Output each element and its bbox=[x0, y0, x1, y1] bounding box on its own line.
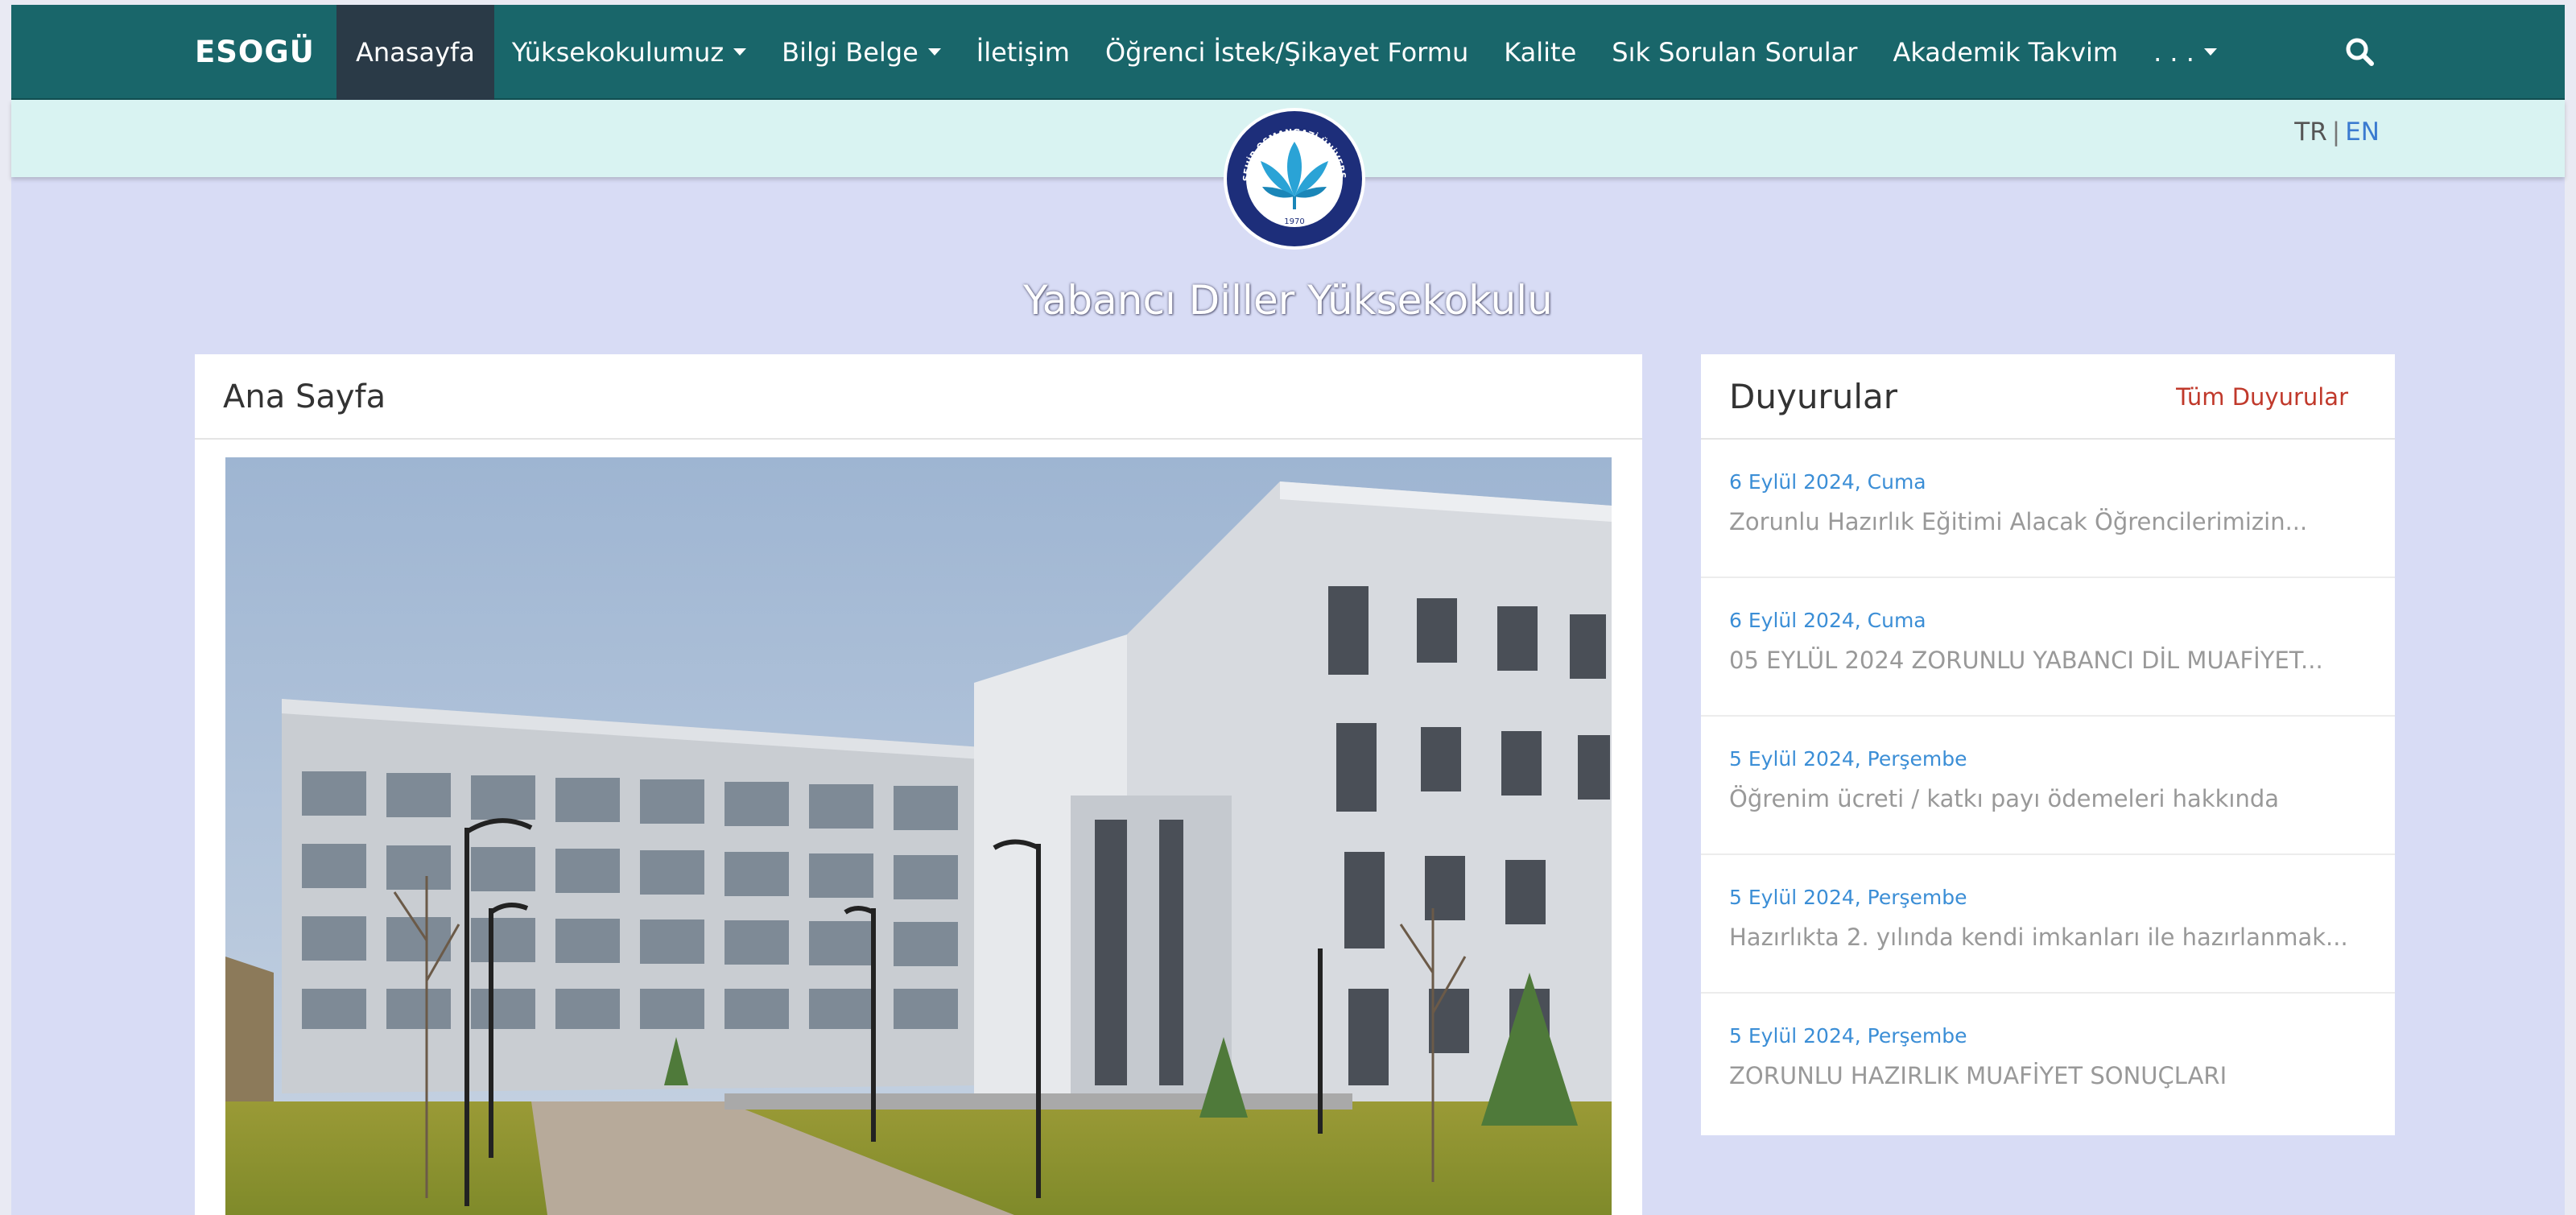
window-frame-right bbox=[2565, 0, 2576, 1215]
nav-item-label: Kalite bbox=[1504, 37, 1577, 68]
announcement-text[interactable]: ZORUNLU HAZIRLIK MUAFİYET SONUÇLARI bbox=[1729, 1062, 2395, 1089]
caret-down-icon bbox=[927, 48, 941, 56]
announcement-text[interactable]: 05 EYLÜL 2024 ZORUNLU YABANCI DİL MUAFİY… bbox=[1729, 647, 2395, 674]
lang-tr-link[interactable]: TR bbox=[2294, 118, 2326, 147]
nav-item-label: Sık Sorulan Sorular bbox=[1612, 37, 1858, 68]
nav-item-sss[interactable]: Sık Sorulan Sorular bbox=[1594, 5, 1875, 100]
lang-separator: | bbox=[2331, 118, 2341, 147]
announcement-date[interactable]: 5 Eylül 2024, Perşembe bbox=[1729, 1024, 2395, 1048]
nav-item-ogrenci-istek-sikayet[interactable]: Öğrenci İstek/Şikayet Formu bbox=[1088, 5, 1486, 100]
nav-item-label: Yüksekokulumuz bbox=[511, 37, 724, 68]
nav-item-label: Anasayfa bbox=[356, 37, 475, 68]
announcements-title: Duyurular bbox=[1729, 377, 1897, 416]
caret-down-icon bbox=[2203, 48, 2217, 56]
announcement-date[interactable]: 5 Eylül 2024, Perşembe bbox=[1729, 747, 2395, 771]
nav-item-bilgi-belge[interactable]: Bilgi Belge bbox=[764, 5, 959, 100]
nav-item-akademik-takvim[interactable]: Akademik Takvim bbox=[1875, 5, 2136, 100]
announcement-text[interactable]: Zorunlu Hazırlık Eğitimi Alacak Öğrencil… bbox=[1729, 508, 2395, 535]
lang-en-link[interactable]: EN bbox=[2345, 118, 2380, 147]
page-title: Ana Sayfa bbox=[195, 354, 1642, 440]
nav-item-more[interactable]: . . . bbox=[2136, 5, 2235, 100]
nav-item-label: Akademik Takvim bbox=[1893, 37, 2119, 68]
nav-item-yuksekokulumuz[interactable]: Yüksekokulumuz bbox=[494, 5, 764, 100]
announcement-date[interactable]: 5 Eylül 2024, Perşembe bbox=[1729, 886, 2395, 909]
nav-item-label: Öğrenci İstek/Şikayet Formu bbox=[1104, 37, 1469, 68]
announcement-item[interactable]: 5 Eylül 2024, Perşembe Hazırlıkta 2. yıl… bbox=[1701, 855, 2395, 994]
announcement-item[interactable]: 6 Eylül 2024, Cuma 05 EYLÜL 2024 ZORUNLU… bbox=[1701, 578, 2395, 717]
window-frame-left bbox=[0, 0, 11, 1215]
nav-item-iletisim[interactable]: İletişim bbox=[959, 5, 1088, 100]
all-announcements-link[interactable]: Tüm Duyurular bbox=[2176, 354, 2348, 440]
nav-item-label: İletişim bbox=[976, 37, 1070, 68]
announcement-item[interactable]: 6 Eylül 2024, Cuma Zorunlu Hazırlık Eğit… bbox=[1701, 440, 2395, 578]
announcement-text[interactable]: Hazırlıkta 2. yılında kendi imkanları il… bbox=[1729, 924, 2395, 951]
language-switcher: TR | EN bbox=[2294, 118, 2380, 147]
top-navbar: ESOGÜ Anasayfa Yüksekokulumuz Bilgi Belg… bbox=[11, 5, 2565, 100]
site-title: Yabancı Diller Yüksekokulu bbox=[1023, 277, 1553, 324]
nav-menu: Anasayfa Yüksekokulumuz Bilgi Belge İlet… bbox=[336, 5, 2235, 100]
announcement-item[interactable]: 5 Eylül 2024, Perşembe ZORUNLU HAZIRLIK … bbox=[1701, 994, 2395, 1132]
announcement-item[interactable]: 5 Eylül 2024, Perşembe Öğrenim ücreti / … bbox=[1701, 717, 2395, 855]
svg-text:1970: 1970 bbox=[1284, 217, 1304, 226]
nav-item-label: Bilgi Belge bbox=[782, 37, 919, 68]
announcements-header: Duyurular Tüm Duyurular bbox=[1701, 354, 2395, 440]
announcement-date[interactable]: 6 Eylül 2024, Cuma bbox=[1729, 470, 2395, 494]
campus-building-photo bbox=[225, 457, 1612, 1215]
nav-item-kalite[interactable]: Kalite bbox=[1486, 5, 1594, 100]
nav-item-label: . . . bbox=[2153, 37, 2194, 68]
search-icon[interactable] bbox=[2342, 34, 2379, 71]
nav-item-anasayfa[interactable]: Anasayfa bbox=[336, 5, 494, 100]
announcement-date[interactable]: 6 Eylül 2024, Cuma bbox=[1729, 609, 2395, 632]
main-content-panel: Ana Sayfa bbox=[195, 354, 1642, 1215]
university-seal-logo[interactable]: ESKİŞEHİR OSMANGAZİ ÜNİVERSİTESİ 1970 bbox=[1222, 106, 1367, 251]
brand-logo-text[interactable]: ESOGÜ bbox=[195, 5, 315, 100]
announcement-text[interactable]: Öğrenim ücreti / katkı payı ödemeleri ha… bbox=[1729, 785, 2395, 812]
announcements-panel: Duyurular Tüm Duyurular 6 Eylül 2024, Cu… bbox=[1701, 354, 2395, 1135]
caret-down-icon bbox=[733, 48, 747, 56]
